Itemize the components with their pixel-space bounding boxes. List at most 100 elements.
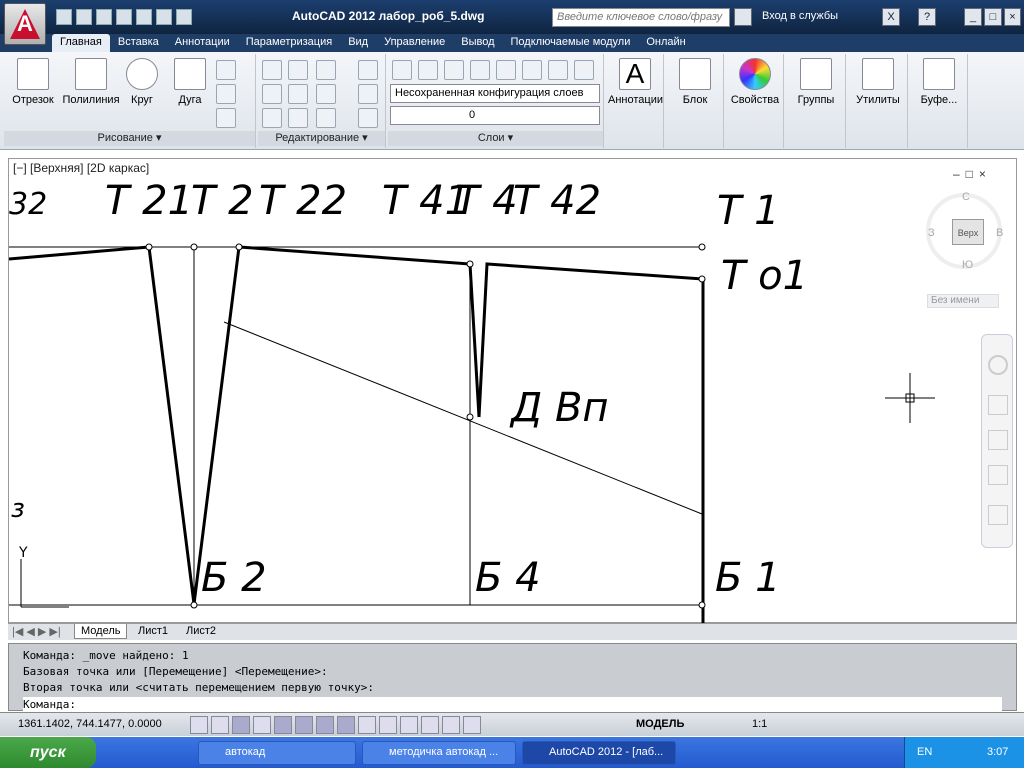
application-menu-button[interactable]: A xyxy=(4,3,46,45)
command-line[interactable]: Команда: _move найдено: 1 Базовая точка … xyxy=(8,643,1017,713)
move-icon[interactable] xyxy=(262,60,282,80)
viewcube-west[interactable]: З xyxy=(928,227,935,239)
waist-curve-left[interactable] xyxy=(9,245,196,605)
showmotion-icon[interactable] xyxy=(988,505,1008,525)
pan-icon[interactable] xyxy=(988,395,1008,415)
tab-insert[interactable]: Вставка xyxy=(110,34,167,52)
grip-point[interactable] xyxy=(698,275,706,283)
taskbar-item-word[interactable]: методичка автокад ... xyxy=(362,741,516,765)
3d-osnap-icon[interactable] xyxy=(316,716,334,734)
dynamic-input-icon[interactable] xyxy=(379,716,397,734)
label-z[interactable]: з xyxy=(11,494,25,524)
ortho-mode-icon[interactable] xyxy=(253,716,271,734)
quick-properties-icon[interactable] xyxy=(442,716,460,734)
annotation-scale[interactable]: 1:1 xyxy=(752,718,767,730)
coordinate-readout[interactable]: 1361.1402, 744.1477, 0.0000 xyxy=(18,718,162,730)
object-snap-icon[interactable] xyxy=(295,716,313,734)
current-layer-dropdown[interactable]: 0 xyxy=(390,106,600,125)
circle-tool[interactable]: Круг xyxy=(122,58,162,106)
label-b1[interactable]: Б 1 xyxy=(715,555,781,601)
tab-nav-arrows[interactable]: |◀ ◀ ▶ ▶| xyxy=(12,625,61,638)
ellipse-icon[interactable] xyxy=(216,84,236,104)
grip-point[interactable] xyxy=(190,601,198,609)
new-icon[interactable] xyxy=(56,9,72,25)
grid-display-icon[interactable] xyxy=(232,716,250,734)
arc-tool[interactable]: Дуга xyxy=(170,58,210,106)
viewcube[interactable]: Верх С Ю З В xyxy=(926,191,1003,271)
label-t42[interactable]: Т 42 xyxy=(513,178,601,224)
tab-output[interactable]: Вывод xyxy=(453,34,502,52)
login-button[interactable]: Вход в службы xyxy=(762,10,838,22)
hatch-icon[interactable] xyxy=(216,108,236,128)
layer-walk-icon[interactable] xyxy=(574,60,594,80)
zoom-icon[interactable] xyxy=(988,430,1008,450)
undo-icon[interactable] xyxy=(156,9,172,25)
layer-config-dropdown[interactable]: Несохраненная конфигурация слоев xyxy=(390,84,600,103)
open-icon[interactable] xyxy=(76,9,92,25)
modify-panel-title[interactable]: Редактирование ▾ xyxy=(258,131,385,146)
steering-wheel-icon[interactable] xyxy=(988,355,1008,375)
redo-icon[interactable] xyxy=(176,9,192,25)
snap-mode-icon[interactable] xyxy=(211,716,229,734)
tab-online[interactable]: Онлайн xyxy=(638,34,693,52)
fillet-icon[interactable] xyxy=(316,84,336,104)
clipboard-button[interactable]: Буфе... xyxy=(912,58,966,106)
navigation-bar[interactable] xyxy=(981,334,1013,548)
start-button[interactable]: пуск xyxy=(0,737,96,768)
tab-layout2[interactable]: Лист2 xyxy=(182,625,220,637)
erase-icon[interactable] xyxy=(358,60,378,80)
label-t1[interactable]: Т 1 xyxy=(717,188,780,234)
tab-plugins[interactable]: Подключаемые модули xyxy=(503,34,639,52)
ducs-icon[interactable] xyxy=(358,716,376,734)
trim-icon[interactable] xyxy=(316,60,336,80)
layer-isolate-icon[interactable] xyxy=(444,60,464,80)
viewcube-east[interactable]: В xyxy=(996,227,1003,239)
utilities-button[interactable]: Утилиты xyxy=(850,58,906,106)
grip-point[interactable] xyxy=(145,243,153,251)
exchange-icon[interactable]: X xyxy=(882,8,900,26)
wcs-dropdown[interactable]: Без имени xyxy=(927,294,999,308)
draw-panel-title[interactable]: Рисование ▾ xyxy=(4,131,255,146)
layers-panel-title[interactable]: Слои ▾ xyxy=(388,131,603,146)
drawing-canvas[interactable]: 32 Т 21 Т 2 Т 22 Т 41 Т 4 Т 42 Т 1 Т о1 … xyxy=(9,159,1018,624)
annotation-button[interactable]: A Аннотации xyxy=(608,58,663,106)
array-icon[interactable] xyxy=(316,108,336,128)
label-b2[interactable]: Б 2 xyxy=(201,555,267,601)
layer-off-icon[interactable] xyxy=(496,60,516,80)
offset-icon[interactable] xyxy=(358,108,378,128)
viewcube-top-face[interactable]: Верх xyxy=(952,219,984,245)
drawing-area[interactable]: [−] [Верхняя] [2D каркас] 32 Т 21 Т 2 Т … xyxy=(8,158,1018,624)
taskbar-item-autocad[interactable]: AutoCAD 2012 - [лаб... xyxy=(522,741,676,765)
command-input[interactable]: Команда: xyxy=(23,697,1002,713)
taskbar-item-folder[interactable]: автокад xyxy=(198,741,356,765)
clock[interactable]: 3:07 xyxy=(987,746,1008,758)
grip-point[interactable] xyxy=(235,243,243,251)
close-button[interactable]: × xyxy=(1004,8,1021,26)
search-input[interactable]: Введите ключевое слово/фразу xyxy=(552,8,730,27)
line-tool[interactable]: Отрезок xyxy=(8,58,58,106)
layer-match-icon[interactable] xyxy=(470,60,490,80)
tab-model[interactable]: Модель xyxy=(74,624,128,639)
tab-annotate[interactable]: Аннотации xyxy=(167,34,238,52)
label-t2[interactable]: Т 2 xyxy=(191,178,254,224)
maximize-button[interactable]: □ xyxy=(984,8,1002,26)
tab-home[interactable]: Главная xyxy=(52,34,110,52)
saveas-icon[interactable] xyxy=(116,9,132,25)
viewcube-north[interactable]: С xyxy=(962,191,970,203)
tab-layout1[interactable]: Лист1 xyxy=(134,625,172,637)
label-t22[interactable]: Т 22 xyxy=(259,178,347,224)
grip-point[interactable] xyxy=(698,601,706,609)
label-t21[interactable]: Т 21 xyxy=(105,178,193,224)
save-icon[interactable] xyxy=(96,9,112,25)
grip-point[interactable] xyxy=(190,243,198,251)
transparency-icon[interactable] xyxy=(421,716,439,734)
waist-curve-middle[interactable] xyxy=(192,245,481,605)
selection-cycling-icon[interactable] xyxy=(463,716,481,734)
diagonal-line[interactable] xyxy=(223,321,703,515)
help-button[interactable]: ? xyxy=(918,8,936,26)
tab-view[interactable]: Вид xyxy=(340,34,376,52)
binoculars-icon[interactable] xyxy=(734,8,752,26)
label-to1[interactable]: Т о1 xyxy=(721,253,808,299)
explode-icon[interactable] xyxy=(358,84,378,104)
tab-parametric[interactable]: Параметризация xyxy=(238,34,340,52)
